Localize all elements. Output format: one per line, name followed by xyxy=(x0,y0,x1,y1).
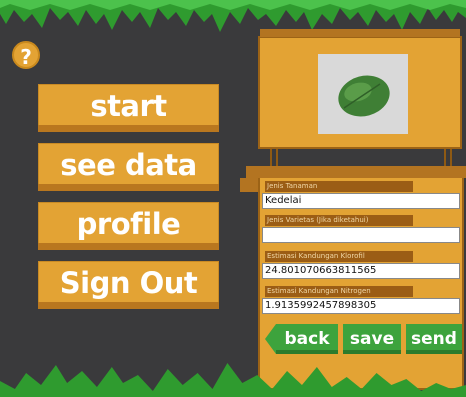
save-button[interactable]: save xyxy=(343,324,401,354)
profile-button[interactable]: profile xyxy=(38,202,219,250)
chlorophyll-field[interactable]: 24.801070663811565 xyxy=(262,263,460,279)
chlorophyll-label: Estimasi Kandungan Klorofil xyxy=(265,251,413,262)
variety-field[interactable] xyxy=(262,227,460,243)
nitrogen-label: Estimasi Kandungan Nitrogen xyxy=(265,286,413,297)
plant-type-label: Jenis Tanaman xyxy=(265,181,413,192)
sign-out-button[interactable]: Sign Out xyxy=(38,261,219,309)
see-data-button[interactable]: see data xyxy=(38,143,219,191)
leaf-icon xyxy=(318,54,408,134)
start-button[interactable]: start xyxy=(38,84,219,132)
leaf-photo-board xyxy=(258,29,462,149)
plant-type-field[interactable]: Kedelai xyxy=(262,193,460,209)
board-leg xyxy=(240,178,258,192)
back-button[interactable]: back xyxy=(265,324,338,354)
leaf-photo xyxy=(318,54,408,134)
nitrogen-field[interactable]: 1.9135992457898305 xyxy=(262,298,460,314)
variety-label: Jenis Varietas (Jika diketahui) xyxy=(265,215,413,226)
help-button[interactable]: ? xyxy=(12,41,40,69)
send-button[interactable]: send xyxy=(406,324,462,354)
board-plank xyxy=(246,166,466,178)
grass-border-bottom xyxy=(0,363,466,397)
board-plank xyxy=(260,29,460,37)
